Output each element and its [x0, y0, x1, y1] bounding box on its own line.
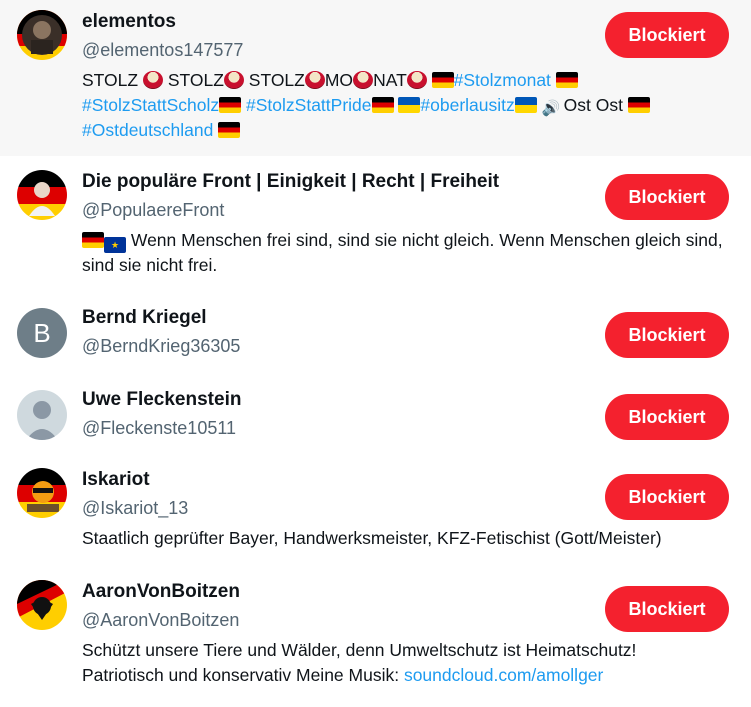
- blocked-button[interactable]: Blockiert: [605, 174, 729, 220]
- hashtag-link[interactable]: #Stolzmonat: [454, 70, 551, 90]
- bio-text: STOLZ: [162, 70, 224, 90]
- ukraine-flag-icon: [514, 97, 537, 113]
- eagle-emblem-icon: [17, 580, 67, 630]
- drum-emoji-icon: [406, 71, 427, 89]
- list-item[interactable]: elementos @elementos147577 STOLZ STOLZ S…: [0, 0, 751, 156]
- bio-text: MO: [324, 70, 354, 90]
- list-item[interactable]: Die populäre Front | Einigkeit | Recht |…: [0, 156, 751, 294]
- hashtag-link[interactable]: #StolzStattPride: [246, 95, 371, 115]
- avatar[interactable]: [17, 390, 67, 440]
- bio-text: Ost Ost: [563, 95, 628, 115]
- blocked-button[interactable]: Blockiert: [605, 586, 729, 632]
- blocked-button[interactable]: Blockiert: [605, 312, 729, 358]
- user-bio: STOLZ STOLZ STOLZ MO NAT #Stolzmonat #Stol…: [82, 68, 731, 143]
- blocked-button[interactable]: Blockiert: [605, 394, 729, 440]
- germany-flag-icon: [218, 122, 241, 138]
- hashtag-link[interactable]: #Ostdeutschland: [82, 120, 213, 140]
- drum-emoji-icon: [142, 71, 163, 89]
- bio-text: STOLZ: [82, 70, 143, 90]
- user-bio: Staatlich geprüfter Bayer, Handwerksmeis…: [82, 528, 662, 548]
- speaker-icon: 🔊: [541, 100, 561, 117]
- person-photo-icon: [17, 10, 67, 60]
- germany-flag-icon: [82, 232, 104, 248]
- germany-flag-icon: [371, 97, 394, 113]
- ukraine-flag-icon: [398, 97, 421, 113]
- avatar[interactable]: [17, 580, 67, 630]
- bio-text: NAT: [373, 70, 407, 90]
- eu-flag-icon: ★: [104, 237, 126, 253]
- person-photo-icon: [17, 170, 67, 220]
- blocked-button[interactable]: Blockiert: [605, 474, 729, 520]
- bio-text: Patriotisch und konservativ Meine Musik:: [82, 665, 404, 685]
- avatar[interactable]: [17, 468, 67, 518]
- bio-text: Wenn Menschen frei sind, sind sie nicht …: [82, 230, 723, 275]
- user-bio: ★ Wenn Menschen frei sind, sind sie nich…: [82, 228, 731, 278]
- list-item[interactable]: B Bernd Kriegel @BerndKrieg36305 Blockie…: [0, 294, 751, 376]
- cartoon-cat-icon: [17, 468, 67, 518]
- bio-text: STOLZ: [243, 70, 305, 90]
- list-item[interactable]: Uwe Fleckenstein @Fleckenste10511 Blocki…: [0, 376, 751, 458]
- avatar[interactable]: B: [17, 308, 67, 358]
- germany-flag-icon: [627, 97, 650, 113]
- germany-flag-icon: [431, 72, 454, 88]
- list-item[interactable]: AaronVonBoitzen @AaronVonBoitzen Schützt…: [0, 570, 751, 707]
- drum-emoji-icon: [304, 71, 325, 89]
- user-bio: Schützt unsere Tiere und Wälder, denn Um…: [82, 638, 731, 688]
- hashtag-link[interactable]: #oberlausitz: [420, 95, 514, 115]
- avatar[interactable]: [17, 10, 67, 60]
- hashtag-link[interactable]: #StolzStattScholz: [82, 95, 219, 115]
- germany-flag-icon: [555, 72, 578, 88]
- default-profile-icon: [26, 401, 58, 440]
- avatar[interactable]: [17, 170, 67, 220]
- drum-emoji-icon: [353, 71, 374, 89]
- germany-flag-icon: [219, 97, 242, 113]
- drum-emoji-icon: [223, 71, 244, 89]
- blocked-accounts-list: elementos @elementos147577 STOLZ STOLZ S…: [0, 0, 751, 707]
- bio-link[interactable]: soundcloud.com/amollger: [404, 665, 603, 685]
- avatar-initial: B: [33, 317, 51, 348]
- list-item[interactable]: Iskariot @Iskariot_13 Staatlich geprüfte…: [0, 458, 751, 570]
- blocked-button[interactable]: Blockiert: [605, 12, 729, 58]
- bio-text: Schützt unsere Tiere und Wälder, denn Um…: [82, 640, 637, 660]
